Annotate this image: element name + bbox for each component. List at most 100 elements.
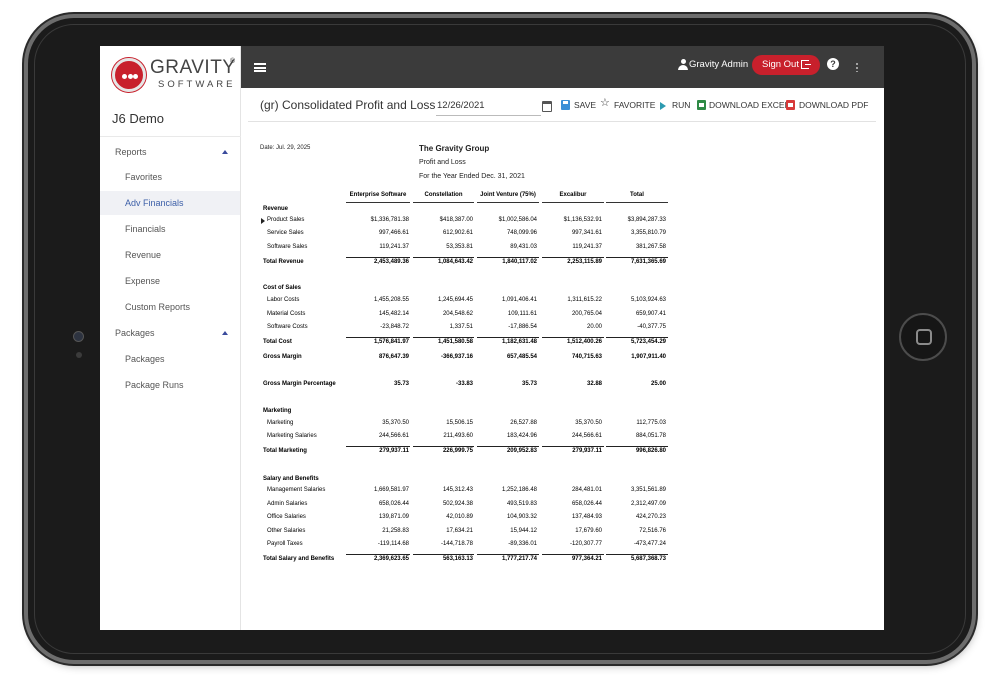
table-row[interactable]: Product Sales $1,336,781.38 $418,387.00 $1,… — [260, 217, 670, 229]
save-icon[interactable] — [561, 100, 570, 110]
cell-value: 876,647.39 — [378, 354, 409, 360]
cell-value: 502,924.38 — [442, 501, 473, 507]
cell-value: 119,241.37 — [379, 244, 409, 250]
page-title: (gr) Consolidated Profit and Loss — [260, 98, 436, 112]
table-row[interactable]: Total Revenue 2,453,489.36 1,084,643.42 1,8… — [260, 259, 670, 271]
chevron-up-icon[interactable] — [222, 150, 228, 154]
report-date-input[interactable]: 12/26/2021 — [436, 100, 541, 116]
row-label: Marketing Salaries — [267, 433, 317, 439]
cell-value: 748,099.96 — [506, 230, 537, 236]
table-row[interactable]: Admin Salaries 658,026.44 502,924.38 493,51… — [260, 501, 670, 513]
cell-value: 211,493.60 — [443, 433, 473, 439]
table-row[interactable]: Office Salaries 139,871.09 42,010.89 104,90… — [260, 514, 670, 526]
cell-value: -473,477.24 — [633, 541, 666, 547]
cell-value: 5,103,924.63 — [630, 297, 666, 303]
cell-value: -23,848.72 — [380, 324, 409, 330]
cell-value: 3,355,810.79 — [630, 230, 666, 236]
cell-value: 996,826.80 — [635, 448, 666, 454]
chevron-up-icon[interactable] — [222, 331, 228, 335]
user-name[interactable]: Gravity Admin — [689, 59, 748, 70]
cell-value: 1,182,631.48 — [501, 339, 537, 345]
table-row[interactable]: Marketing Salaries 244,566.61 211,493.60 18… — [260, 433, 670, 445]
sidebar-item-financials[interactable]: Financials — [100, 217, 240, 241]
home-square-icon — [916, 329, 932, 345]
cell-value: 659,907.41 — [635, 311, 666, 317]
subtotal-rule — [413, 446, 474, 447]
subtotal-rule — [542, 446, 604, 447]
table-row[interactable]: Other Salaries 21,258.83 17,634.21 15,944.1… — [260, 528, 670, 540]
sidebar-section-reports[interactable]: Reports — [115, 147, 147, 157]
sign-out-button[interactable]: Sign Out — [752, 55, 820, 75]
hamburger-menu-icon[interactable] — [254, 63, 266, 72]
sidebar-item-package-runs[interactable]: Package Runs — [100, 373, 240, 397]
cell-value: 1,337.51 — [449, 324, 473, 330]
sidebar-item-revenue[interactable]: Revenue — [100, 243, 240, 267]
cell-value: 977,364.21 — [571, 556, 602, 562]
table-row[interactable]: Service Sales 997,466.61 612,902.61 748,099… — [260, 230, 670, 242]
subtotal-rule — [542, 337, 604, 338]
download-excel-button[interactable]: DOWNLOAD EXCEL — [709, 100, 789, 110]
table-row[interactable]: Labor Costs 1,455,208.55 1,245,694.45 1,091… — [260, 297, 670, 309]
table-row[interactable]: Management Salaries 1,669,581.97 145,312.4… — [260, 487, 670, 499]
cell-value: 658,026.44 — [378, 501, 409, 507]
sidebar-item-packages[interactable]: Packages — [100, 347, 240, 371]
row-label: Payroll Taxes — [267, 541, 303, 547]
cell-value: -366,937.16 — [440, 354, 473, 360]
pdf-file-icon[interactable] — [786, 100, 795, 110]
sidebar-section-packages[interactable]: Packages — [115, 328, 155, 338]
cell-value: 1,084,643.42 — [437, 259, 473, 265]
cell-value: 25.00 — [650, 381, 666, 387]
cell-value: 740,715.63 — [571, 354, 602, 360]
sidebar-item-favorites[interactable]: Favorites — [100, 165, 240, 189]
excel-file-icon[interactable] — [697, 100, 706, 110]
cell-value: 493,519.83 — [506, 501, 537, 507]
table-row[interactable]: Total Salary and Benefits 2,369,623.65 563… — [260, 556, 670, 568]
row-label: Total Marketing — [263, 448, 307, 454]
row-label: Gross Margin — [263, 354, 302, 360]
favorite-button[interactable]: FAVORITE — [614, 100, 655, 110]
table-row[interactable]: Gross Margin 876,647.39 -366,937.16 657,485… — [260, 354, 670, 366]
download-pdf-button[interactable]: DOWNLOAD PDF — [799, 100, 868, 110]
cell-value: 20.00 — [586, 324, 602, 330]
cell-value: 21,258.83 — [382, 528, 409, 534]
subtotal-rule — [477, 446, 539, 447]
gravity-logo[interactable]: GRAVITY ® SOFTWARE — [112, 55, 237, 95]
sidebar-item-custom-reports[interactable]: Custom Reports — [100, 295, 240, 319]
help-icon[interactable]: ? — [827, 58, 839, 70]
star-icon[interactable]: ☆ — [600, 98, 610, 109]
table-row[interactable]: Gross Margin Percentage 35.73 -33.83 35.73 3… — [260, 381, 670, 393]
subtotal-rule — [606, 554, 668, 555]
cell-value: 35,370.50 — [382, 420, 409, 426]
cell-value: 1,777,217.74 — [501, 556, 537, 562]
cell-value: 1,245,694.45 — [437, 297, 473, 303]
table-row[interactable]: Total Cost 1,576,841.97 1,451,580.58 1,182,… — [260, 339, 670, 351]
more-options-icon[interactable] — [856, 62, 858, 72]
column-header: Joint Venture (75%) — [477, 192, 539, 203]
company-name: J6 Demo — [112, 111, 165, 126]
app-screen: GRAVITY ® SOFTWARE J6 Demo Reports Favor… — [100, 46, 884, 630]
cell-value: 279,937.11 — [572, 448, 602, 454]
table-row[interactable]: Material Costs 145,482.14 204,548.62 109,11… — [260, 311, 670, 323]
run-play-icon[interactable] — [660, 102, 666, 110]
calendar-icon[interactable] — [542, 101, 552, 112]
table-row[interactable]: Software Costs -23,848.72 1,337.51 -17,886.… — [260, 324, 670, 336]
save-button[interactable]: SAVE — [574, 100, 596, 110]
sidebar-item-expense[interactable]: Expense — [100, 269, 240, 293]
cell-value: 104,903.32 — [506, 514, 537, 520]
cell-value: 612,902.61 — [442, 230, 473, 236]
home-button[interactable] — [899, 313, 947, 361]
sign-out-icon — [801, 60, 811, 69]
camera-sensor — [76, 352, 82, 358]
sidebar-item-adv-financials[interactable]: Adv Financials — [100, 191, 240, 215]
table-row[interactable]: Marketing 35,370.50 15,506.15 26,527.88 35,3… — [260, 420, 670, 432]
table-row[interactable]: Total Marketing 279,937.11 226,999.75 209,9… — [260, 448, 670, 460]
cell-value: 137,484.93 — [571, 514, 602, 520]
table-row[interactable]: Payroll Taxes -119,114.68 -144,718.78 -89,3… — [260, 541, 670, 553]
cell-value: 997,341.61 — [571, 230, 602, 236]
run-button[interactable]: RUN — [672, 100, 690, 110]
cell-value: 15,506.15 — [446, 420, 473, 426]
report-company: The Gravity Group — [419, 144, 490, 153]
table-row[interactable]: Software Sales 119,241.37 53,353.81 89,431.… — [260, 244, 670, 256]
subtotal-rule — [477, 257, 539, 258]
row-label: Total Salary and Benefits — [263, 556, 335, 562]
